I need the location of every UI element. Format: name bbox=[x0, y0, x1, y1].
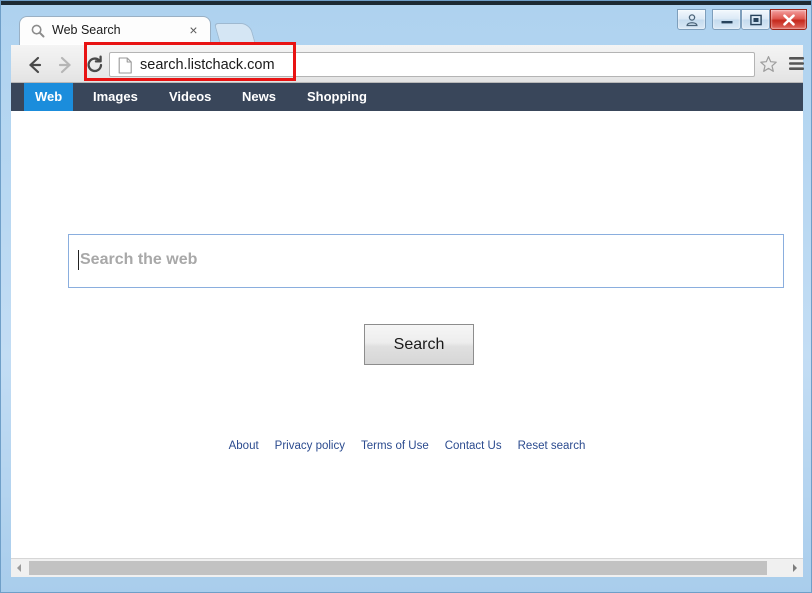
minimize-button[interactable] bbox=[712, 9, 741, 30]
back-button[interactable] bbox=[24, 54, 46, 76]
close-button[interactable] bbox=[770, 9, 807, 30]
footer-link-terms-of-use[interactable]: Terms of Use bbox=[361, 440, 429, 452]
browser-tab[interactable]: Web Search × bbox=[19, 16, 211, 45]
nav-item-images[interactable]: Images bbox=[82, 83, 149, 111]
minimize-icon bbox=[721, 20, 732, 23]
forward-button bbox=[54, 54, 76, 76]
address-bar[interactable]: search.listchack.com bbox=[109, 52, 755, 77]
footer-link-contact-us[interactable]: Contact Us bbox=[445, 440, 502, 452]
new-tab-button[interactable] bbox=[213, 23, 257, 45]
search-button[interactable]: Search bbox=[364, 324, 474, 365]
star-icon[interactable] bbox=[759, 55, 778, 74]
tab-title: Web Search bbox=[52, 23, 121, 37]
nav-item-videos[interactable]: Videos bbox=[158, 83, 222, 111]
footer-link-reset-search[interactable]: Reset search bbox=[518, 440, 586, 452]
browser-window: Web Search × search.listchack.com Web Im… bbox=[0, 0, 812, 593]
hamburger-menu-icon[interactable] bbox=[788, 55, 805, 72]
restore-icon bbox=[749, 14, 762, 25]
reload-button[interactable] bbox=[84, 54, 106, 76]
arrow-right-icon bbox=[58, 56, 71, 74]
search-placeholder: Search the web bbox=[80, 251, 198, 268]
chevron-right-icon bbox=[793, 564, 797, 572]
scroll-right-button[interactable] bbox=[786, 559, 803, 577]
maximize-button[interactable] bbox=[741, 9, 770, 30]
text-cursor bbox=[78, 250, 79, 270]
search-icon bbox=[30, 23, 46, 39]
scrollbar-thumb[interactable] bbox=[29, 561, 767, 575]
reload-icon bbox=[87, 55, 103, 73]
nav-item-shopping[interactable]: Shopping bbox=[296, 83, 378, 111]
browser-toolbar: search.listchack.com bbox=[11, 45, 805, 83]
close-icon[interactable]: × bbox=[186, 23, 201, 38]
chevron-left-icon bbox=[17, 564, 21, 572]
nav-item-web[interactable]: Web bbox=[24, 83, 74, 111]
user-account-button[interactable] bbox=[677, 9, 706, 30]
footer-links: About Privacy policy Terms of Use Contact U… bbox=[11, 436, 803, 454]
document-icon bbox=[118, 57, 133, 74]
arrow-left-icon bbox=[29, 56, 42, 74]
search-input[interactable]: Search the web bbox=[68, 234, 784, 288]
scroll-left-button[interactable] bbox=[11, 559, 28, 577]
site-navigation-bar: Web Images Videos News Shopping bbox=[11, 83, 803, 111]
title-bar: Web Search × bbox=[1, 5, 812, 45]
page-content: Web Images Videos News Shopping Search the w… bbox=[11, 83, 803, 558]
nav-item-news[interactable]: News bbox=[231, 83, 287, 111]
horizontal-scrollbar[interactable] bbox=[11, 558, 803, 577]
person-icon bbox=[685, 13, 698, 26]
footer-link-privacy-policy[interactable]: Privacy policy bbox=[275, 440, 345, 452]
footer-link-about[interactable]: About bbox=[229, 440, 259, 452]
address-bar-url: search.listchack.com bbox=[140, 57, 275, 73]
close-icon bbox=[782, 13, 795, 26]
